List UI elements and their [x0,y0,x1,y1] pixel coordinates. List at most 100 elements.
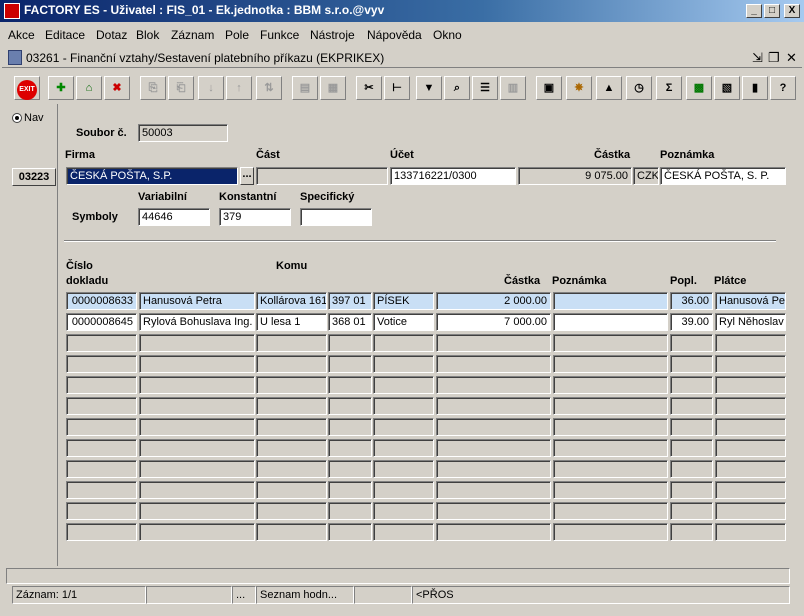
sum-button[interactable]: Σ [656,76,682,100]
columns-button[interactable]: ▥ [500,76,526,100]
cell-jmeno[interactable] [139,418,255,436]
cell-platce[interactable] [715,481,786,499]
cell-popl[interactable] [670,439,713,457]
cell-jmeno[interactable]: Rylová Bohuslava Ing. [139,313,255,331]
help-button[interactable]: ? [770,76,796,100]
cell-poznamka[interactable] [553,334,668,352]
filter-button[interactable]: ▼ [416,76,442,100]
cell-psc[interactable] [328,481,372,499]
cell-jmeno[interactable] [139,397,255,415]
cell-psc[interactable] [328,397,372,415]
cell-popl[interactable]: 36.00 [670,292,713,310]
menu-nastroje[interactable]: Nástroje [310,28,355,42]
save-button[interactable]: ⌂ [76,76,102,100]
mena-field[interactable]: CZK [633,167,659,185]
cell-doklad[interactable] [66,460,137,478]
cell-poznamka[interactable] [553,292,668,310]
cell-doklad[interactable]: 0000008645 [66,313,137,331]
clock-button[interactable]: ◷ [626,76,652,100]
cast-field[interactable] [256,167,388,185]
add-record-button[interactable]: ✚ [48,76,74,100]
print-preview-button[interactable]: ▦ [320,76,346,100]
cell-psc[interactable] [328,439,372,457]
cell-jmeno[interactable] [139,523,255,541]
maximize-button[interactable]: □ [764,4,780,18]
cell-doklad[interactable] [66,418,137,436]
cell-popl[interactable] [670,376,713,394]
cell-jmeno[interactable] [139,334,255,352]
cell-castka[interactable] [436,334,551,352]
cell-castka[interactable]: 7 000.00 [436,313,551,331]
cell-ulice[interactable] [256,418,327,436]
cell-doklad[interactable]: 0000008633 [66,292,137,310]
sort-button[interactable]: ⇅ [256,76,282,100]
konstantni-field[interactable]: 379 [219,208,291,226]
cell-ulice[interactable] [256,439,327,457]
cell-popl[interactable] [670,460,713,478]
cell-poznamka[interactable] [553,313,668,331]
cell-doklad[interactable] [66,439,137,457]
cell-mesto[interactable] [373,355,434,373]
cell-ulice[interactable] [256,334,327,352]
cell-ulice[interactable] [256,397,327,415]
cell-mesto[interactable] [373,460,434,478]
cell-psc[interactable] [328,418,372,436]
cut-button[interactable]: ✂ [356,76,382,100]
cell-psc[interactable] [328,355,372,373]
cell-castka[interactable]: 2 000.00 [436,292,551,310]
cell-ulice[interactable] [256,460,327,478]
castka-field[interactable]: 9 075.00 [518,167,632,185]
specificky-field[interactable] [300,208,372,226]
soubor-field[interactable]: 50003 [138,124,228,142]
cell-poznamka[interactable] [553,523,668,541]
cell-doklad[interactable] [66,397,137,415]
cell-platce[interactable] [715,418,786,436]
cell-mesto[interactable] [373,376,434,394]
cell-popl[interactable] [670,418,713,436]
list-button[interactable]: ☰ [472,76,498,100]
cell-popl[interactable] [670,481,713,499]
exit-button[interactable]: EXIT [14,76,40,100]
cell-doklad[interactable] [66,376,137,394]
cell-platce[interactable] [715,523,786,541]
cell-jmeno[interactable] [139,481,255,499]
cell-ulice[interactable] [256,355,327,373]
cell-psc[interactable]: 397 01 [328,292,372,310]
wheel-button[interactable]: ✵ [566,76,592,100]
cell-mesto[interactable] [373,397,434,415]
cell-poznamka[interactable] [553,481,668,499]
restore-down-icon[interactable]: ⇲ [752,50,763,66]
cell-platce[interactable] [715,355,786,373]
cell-castka[interactable] [436,502,551,520]
nav-radio[interactable] [12,113,22,123]
cell-ulice[interactable] [256,481,327,499]
firma-lov-button[interactable]: ... [240,167,254,185]
close-button[interactable]: X [784,4,800,18]
menu-editace[interactable]: Editace [45,28,85,42]
cell-psc[interactable] [328,502,372,520]
cell-psc[interactable] [328,334,372,352]
cell-doklad[interactable] [66,523,137,541]
cell-psc[interactable] [328,460,372,478]
cell-ulice[interactable] [256,376,327,394]
print-button[interactable]: ▤ [292,76,318,100]
close-form-icon[interactable]: ✕ [786,50,797,66]
calculator-button[interactable]: ▣ [536,76,562,100]
cell-ulice[interactable] [256,523,327,541]
excel-button[interactable]: ▩ [686,76,712,100]
menu-napoveda[interactable]: Nápověda [367,28,422,42]
cell-mesto[interactable] [373,523,434,541]
poznamka-field[interactable]: ČESKÁ POŠTA, S. P. [660,167,786,185]
cell-castka[interactable] [436,523,551,541]
cell-mesto[interactable] [373,418,434,436]
menu-dotaz[interactable]: Dotaz [96,28,127,42]
cell-platce[interactable] [715,376,786,394]
cell-doklad[interactable] [66,355,137,373]
menu-pole[interactable]: Pole [225,28,249,42]
cell-psc[interactable] [328,523,372,541]
cell-platce[interactable] [715,397,786,415]
cell-poznamka[interactable] [553,397,668,415]
cell-poznamka[interactable] [553,418,668,436]
cell-mesto[interactable] [373,439,434,457]
search-button[interactable]: ⌕ [444,76,470,100]
